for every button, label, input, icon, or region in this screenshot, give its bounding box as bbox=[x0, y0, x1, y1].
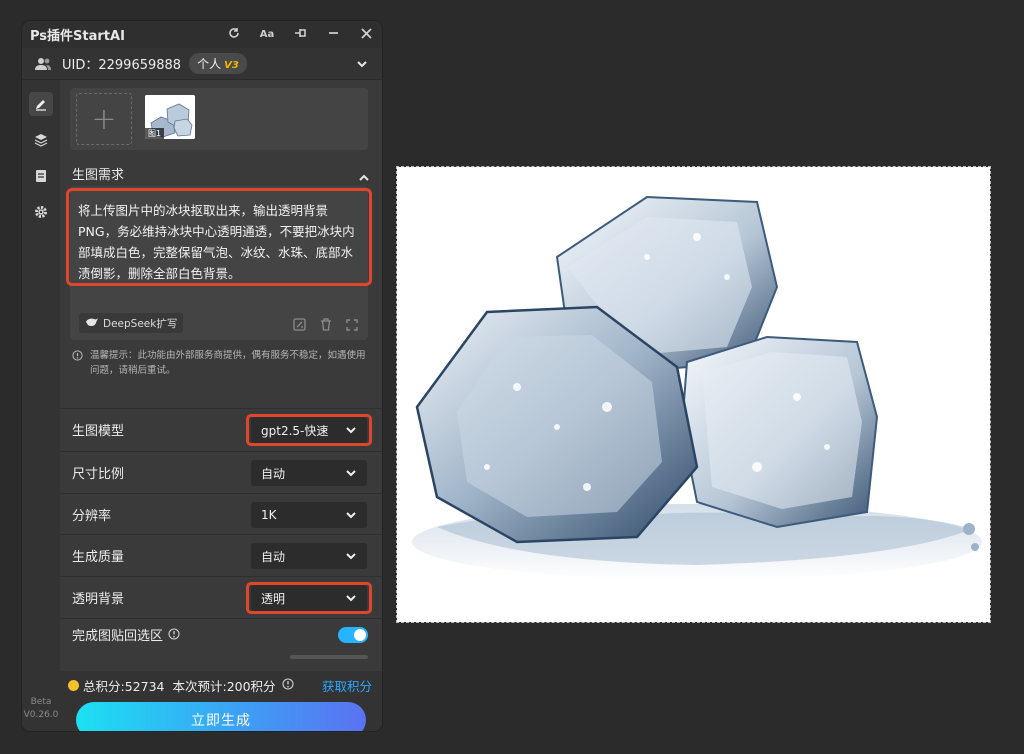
refresh-icon[interactable] bbox=[226, 27, 242, 42]
resolution-value: 1K bbox=[261, 508, 277, 522]
ratio-value: 自动 bbox=[261, 466, 286, 481]
close-icon[interactable] bbox=[358, 27, 374, 42]
service-hint-text: 温馨提示：此功能由外部服务商提供，偶有服务不稳定，如遇使用问题，请稍后重试。 bbox=[90, 350, 366, 376]
toggle-knob bbox=[354, 629, 366, 641]
prompt-textarea[interactable]: 将上传图片中的冰块抠取出来，输出透明背景PNG，务必维持冰块中心透明通透，不要把… bbox=[78, 200, 362, 284]
info-icon[interactable] bbox=[168, 625, 180, 644]
transparent-bg-highlight-frame bbox=[246, 582, 372, 614]
chevron-down-icon bbox=[345, 509, 357, 524]
prompt-box: 将上传图片中的冰块抠取出来，输出透明背景PNG，务必维持冰块中心透明通透，不要把… bbox=[66, 186, 372, 340]
total-points: 总积分:52734 bbox=[83, 679, 165, 694]
quality-select[interactable]: 自动 bbox=[251, 543, 367, 569]
scrollbar[interactable] bbox=[290, 655, 368, 659]
trash-icon[interactable] bbox=[320, 316, 332, 335]
quality-row: 生成质量 自动 bbox=[60, 534, 382, 576]
history-icon[interactable] bbox=[29, 164, 53, 188]
add-image-button[interactable]: + bbox=[76, 93, 132, 145]
prompt-tools bbox=[293, 316, 358, 335]
estimated-cost: 本次预计:200积分 bbox=[172, 679, 276, 694]
users-icon bbox=[34, 57, 52, 71]
ice-cubes-image bbox=[412, 195, 982, 580]
service-hint: 温馨提示：此功能由外部服务商提供，偶有服务不稳定，如遇使用问题，请稍后重试。 bbox=[72, 348, 372, 378]
main-content: + 图1 生图需求 将上传图片中的冰块抠取出来，输出透明背景PNG，务必维持冰块… bbox=[60, 80, 382, 731]
whale-icon bbox=[85, 317, 99, 330]
ratio-label: 尺寸比例 bbox=[72, 467, 125, 482]
font-size-icon[interactable]: Aa bbox=[259, 29, 275, 40]
layers-icon[interactable] bbox=[29, 128, 53, 152]
generate-button[interactable]: 立即生成 bbox=[76, 702, 366, 731]
app-title: Ps插件StartAI bbox=[30, 29, 125, 44]
ratio-row: 尺寸比例 自动 bbox=[60, 451, 382, 493]
pin-icon[interactable] bbox=[292, 27, 308, 42]
document-canvas[interactable] bbox=[396, 166, 991, 623]
transparent-bg-label: 透明背景 bbox=[72, 592, 125, 607]
thumbnail-label: 图1 bbox=[145, 128, 165, 139]
resolution-label: 分辨率 bbox=[72, 509, 112, 524]
user-id: UID：2299659888 bbox=[62, 58, 182, 73]
minimize-icon[interactable] bbox=[325, 27, 341, 42]
settings-icon[interactable] bbox=[29, 200, 53, 224]
user-bar: UID：2299659888 个人 V3 bbox=[22, 48, 382, 80]
chevron-down-icon[interactable] bbox=[356, 55, 368, 74]
coin-icon bbox=[68, 680, 79, 691]
footer: 总积分:52734 本次预计:200积分 获取积分 立即生成 bbox=[60, 671, 382, 731]
ratio-select[interactable]: 自动 bbox=[251, 460, 367, 486]
optimize-icon[interactable] bbox=[293, 316, 306, 335]
resolution-row: 分辨率 1K bbox=[60, 493, 382, 535]
chevron-down-icon bbox=[345, 467, 357, 482]
edit-icon[interactable] bbox=[29, 92, 53, 116]
image-uploader: + 图1 bbox=[70, 88, 368, 150]
chevron-up-icon[interactable] bbox=[358, 168, 370, 187]
quality-label: 生成质量 bbox=[72, 550, 125, 565]
model-label: 生图模型 bbox=[72, 424, 125, 439]
deepseek-expand-label: DeepSeek扩写 bbox=[103, 317, 178, 330]
paste-back-label: 完成图贴回选区 bbox=[72, 629, 164, 644]
resolution-select[interactable]: 1K bbox=[251, 502, 367, 528]
version-number: V0.26.0 bbox=[23, 710, 59, 720]
model-highlight-frame bbox=[246, 414, 372, 446]
info-icon bbox=[72, 350, 86, 378]
sidebar: Beta V0.26.0 bbox=[22, 80, 60, 731]
prompt-section-header[interactable]: 生图需求 bbox=[60, 160, 382, 186]
plan-level: V3 bbox=[224, 60, 239, 71]
chevron-down-icon bbox=[345, 550, 357, 565]
get-points-link[interactable]: 获取积分 bbox=[322, 676, 372, 695]
points-info: 总积分:52734 本次预计:200积分 bbox=[68, 676, 294, 695]
paste-back-toggle[interactable] bbox=[338, 627, 368, 643]
plan-badge: 个人 V3 bbox=[189, 53, 247, 74]
deepseek-expand-button[interactable]: DeepSeek扩写 bbox=[79, 313, 184, 333]
paste-back-row: 完成图贴回选区 bbox=[60, 618, 382, 650]
prompt-section-title: 生图需求 bbox=[72, 167, 125, 183]
plugin-panel: Ps插件StartAI Aa UID：2299659888 个人 V3 Beta… bbox=[22, 21, 382, 731]
title-bar: Ps插件StartAI Aa bbox=[22, 21, 382, 48]
expand-icon[interactable] bbox=[346, 316, 358, 335]
title-tools: Aa bbox=[226, 21, 374, 48]
quality-value: 自动 bbox=[261, 549, 286, 564]
transparent-bg-row: 透明背景 透明 bbox=[60, 576, 382, 618]
version-beta: Beta bbox=[30, 697, 52, 707]
model-row: 生图模型 gpt2.5-快速 bbox=[60, 408, 382, 450]
uploaded-thumbnail[interactable]: 图1 bbox=[145, 95, 195, 139]
info-icon[interactable] bbox=[282, 678, 294, 693]
